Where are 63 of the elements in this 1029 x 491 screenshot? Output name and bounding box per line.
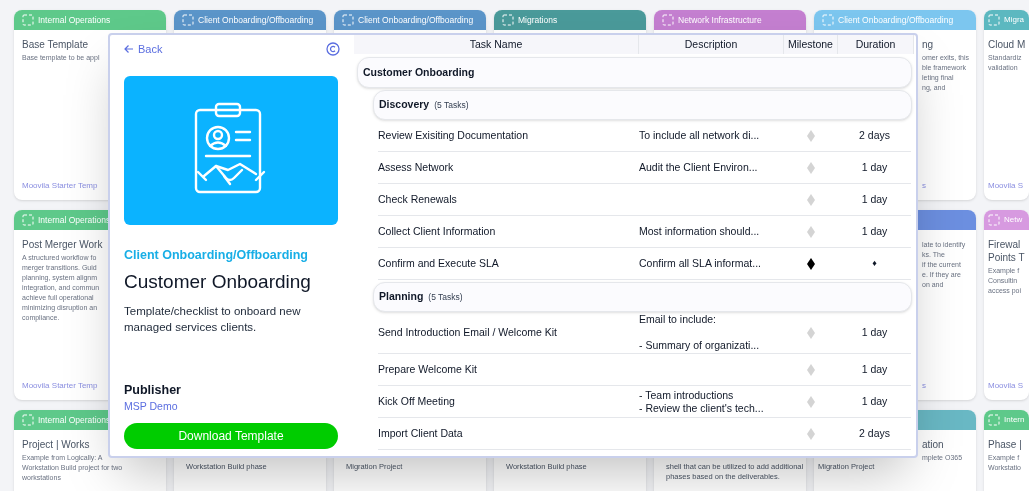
template-category: Client Onboarding/Offboarding bbox=[124, 246, 309, 264]
phase-title: Discovery bbox=[379, 97, 430, 113]
task-count: (5 Tasks) bbox=[428, 290, 463, 304]
task-duration: 1 day bbox=[860, 324, 889, 340]
template-title: Customer Onboarding bbox=[124, 270, 312, 295]
column-header: Description bbox=[639, 35, 784, 54]
card-title: Phase | bbox=[988, 438, 1022, 451]
card-category: Migrations bbox=[518, 13, 558, 27]
card-category: Network Infrastructure bbox=[678, 13, 762, 27]
task-duration: 2 days bbox=[858, 425, 891, 441]
card-publisher: s bbox=[922, 180, 926, 192]
phase-title: Planning bbox=[379, 289, 424, 305]
task-description: Email to include: bbox=[639, 313, 717, 326]
task-duration: 1 day bbox=[860, 191, 889, 207]
task-description: - Summary of organizati... bbox=[639, 339, 760, 352]
card-title: Base Template bbox=[22, 38, 88, 51]
task-description: Most information should... bbox=[639, 225, 760, 238]
card-category: Netw bbox=[1004, 214, 1023, 226]
task-description: - Review the client's tech... bbox=[639, 401, 764, 415]
card-title: Firewal bbox=[988, 238, 1021, 251]
card-title: ng bbox=[922, 38, 934, 51]
column-header: Duration bbox=[838, 35, 914, 54]
template-description: Template/checklist to onboard new managed services clients. bbox=[124, 303, 302, 335]
task-name: Prepare Welcome Kit bbox=[378, 361, 478, 377]
group-title: Customer Onboarding bbox=[363, 64, 475, 80]
task-duration: 2 days bbox=[858, 127, 891, 143]
card-category: Intern bbox=[1004, 414, 1025, 426]
card-category: Internal Operations bbox=[38, 13, 111, 27]
card-publisher: Moovila S bbox=[988, 180, 1024, 192]
card-publisher: Moovila Starter Temp bbox=[22, 180, 98, 192]
task-name: Review Exisiting Documentation bbox=[378, 127, 529, 143]
card-category: Client Onboarding/Offboarding bbox=[358, 13, 474, 27]
card-publisher: s bbox=[922, 380, 926, 392]
publisher-label: Publisher bbox=[124, 381, 182, 399]
task-name: Confirm and Execute SLA bbox=[378, 255, 500, 271]
task-name: Collect Client Information bbox=[378, 223, 497, 239]
task-name: Import Client Data bbox=[378, 425, 464, 441]
card-publisher: Moovila Starter Temp bbox=[22, 380, 98, 392]
card-title: Points T bbox=[988, 251, 1025, 264]
task-duration: 1 day bbox=[860, 393, 889, 409]
column-header: Milestone bbox=[784, 35, 838, 54]
card-publisher: Moovila S bbox=[988, 380, 1024, 392]
task-name: Send Introduction Email / Welcome Kit bbox=[378, 324, 558, 340]
card-category: Migra bbox=[1004, 14, 1024, 26]
task-duration: 1 day bbox=[860, 361, 889, 377]
card-title: Cloud M bbox=[988, 38, 1026, 51]
column-header: Task Name bbox=[354, 35, 639, 54]
task-description: Confirm all SLA informat... bbox=[639, 257, 761, 270]
card-category: Client Onboarding/Offboarding bbox=[198, 13, 314, 27]
task-name: Assess Network bbox=[378, 159, 455, 175]
task-name: Check Renewals bbox=[378, 191, 458, 207]
task-description: - Team introductions bbox=[639, 388, 734, 402]
card-title: Project | Works bbox=[22, 438, 90, 451]
task-count: (5 Tasks) bbox=[434, 98, 469, 112]
task-name: Kick Off Meeting bbox=[378, 393, 456, 409]
task-description: Audit the Client Environ... bbox=[639, 161, 758, 174]
task-duration: 1 day bbox=[860, 223, 889, 239]
task-duration: ♦ bbox=[871, 256, 878, 270]
card-title: Post Merger Work bbox=[22, 238, 103, 251]
card-title: ation bbox=[922, 438, 944, 451]
task-duration: 1 day bbox=[860, 159, 889, 175]
task-description: To include all network di... bbox=[639, 129, 760, 142]
card-category: Client Onboarding/Offboarding bbox=[838, 13, 954, 27]
